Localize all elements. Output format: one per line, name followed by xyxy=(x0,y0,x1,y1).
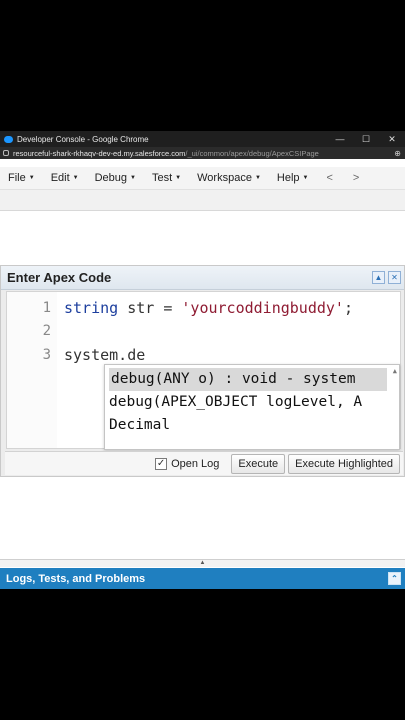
nav-back-button[interactable]: < xyxy=(316,172,342,184)
address-bar[interactable]: resourceful-shark-rkhaqv-dev-ed.my.sales… xyxy=(0,147,405,159)
minimize-button[interactable]: — xyxy=(327,134,353,144)
autocomplete-item[interactable]: debug(ANY o) : void - system xyxy=(109,368,387,391)
browser-window: Developer Console - Google Chrome — ☐ ✕ … xyxy=(0,131,405,589)
caret-down-icon: ▼ xyxy=(72,175,79,181)
menu-file-label: File xyxy=(8,172,26,184)
code-text: system.de xyxy=(64,346,146,364)
menu-edit-label: Edit xyxy=(50,172,70,184)
menu-test-label: Test xyxy=(151,172,173,184)
dialog-footer: ✓ Open Log Execute Execute Highlighted xyxy=(5,451,403,475)
menu-help-label: Help xyxy=(276,172,300,184)
menu-workspace-label: Workspace xyxy=(197,172,252,184)
enter-apex-code-dialog: Enter Apex Code ▲ ✕ 1 2 3 string str = '… xyxy=(0,265,405,477)
menu-edit[interactable]: Edit ▼ xyxy=(43,172,87,184)
menu-debug[interactable]: Debug ▼ xyxy=(87,172,144,184)
caret-down-icon: ▼ xyxy=(254,175,261,181)
zoom-icon[interactable]: ⊕ xyxy=(394,149,401,158)
line-number: 2 xyxy=(42,323,51,339)
autocomplete-item[interactable]: debug(APEX_OBJECT logLevel, A xyxy=(105,391,399,414)
window-title: Developer Console - Google Chrome xyxy=(17,134,149,144)
url-path: /_ui/common/apex/debug/ApexCSIPage xyxy=(185,148,319,158)
expand-icon[interactable]: ⌃ xyxy=(388,572,401,585)
menu-bar: File ▼ Edit ▼ Debug ▼ Test ▼ Workspace ▼ Help… xyxy=(0,167,405,189)
close-window-button[interactable]: ✕ xyxy=(379,134,405,145)
code-editor[interactable]: 1 2 3 string str = 'yourcoddingbuddy'; s… xyxy=(6,291,401,450)
title-bar: Developer Console - Google Chrome — ☐ ✕ xyxy=(0,131,405,147)
execute-highlighted-button[interactable]: Execute Highlighted xyxy=(288,453,400,474)
code-line-1: string str = 'yourcoddingbuddy'; xyxy=(64,299,353,317)
caret-down-icon: ▼ xyxy=(302,175,309,181)
open-log-checkbox[interactable]: ✓ Open Log xyxy=(155,457,220,470)
caret-down-icon: ▼ xyxy=(130,175,136,181)
dialog-title: Enter Apex Code xyxy=(7,270,112,285)
code-keyword: string xyxy=(64,299,119,317)
menu-help[interactable]: Help ▼ xyxy=(269,172,317,184)
panel-title: Logs, Tests, and Problems xyxy=(6,572,146,585)
caret-down-icon: ▼ xyxy=(28,175,35,181)
code-semicolon: ; xyxy=(343,299,353,317)
autocomplete-popup: ▲ debug(ANY o) : void - system debug(APE… xyxy=(104,364,400,450)
menu-test[interactable]: Test ▼ xyxy=(144,172,189,184)
collapse-icon[interactable]: ▲ xyxy=(372,271,385,284)
logs-tests-problems-bar[interactable]: Logs, Tests, and Problems ⌃ xyxy=(0,568,405,589)
open-log-label: Open Log xyxy=(171,457,220,470)
menu-workspace[interactable]: Workspace ▼ xyxy=(189,172,269,184)
toolbar-strip xyxy=(0,189,405,211)
line-number: 3 xyxy=(42,347,51,363)
line-gutter: 1 2 3 xyxy=(7,292,57,448)
menu-debug-label: Debug xyxy=(94,172,128,184)
execute-button[interactable]: Execute xyxy=(231,453,286,474)
maximize-button[interactable]: ☐ xyxy=(353,134,379,145)
code-string: 'yourcoddingbuddy' xyxy=(181,299,344,317)
salesforce-cloud-icon xyxy=(4,135,13,143)
autocomplete-item[interactable]: Decimal xyxy=(105,414,399,437)
panel-splitter[interactable]: ▲ xyxy=(0,559,405,567)
scroll-up-icon[interactable]: ▲ xyxy=(393,367,397,375)
site-info-icon[interactable] xyxy=(3,150,9,156)
checkbox-checked-icon[interactable]: ✓ xyxy=(155,457,168,470)
dialog-header: Enter Apex Code ▲ ✕ xyxy=(1,266,404,290)
line-number: 1 xyxy=(42,300,51,316)
menu-file[interactable]: File ▼ xyxy=(0,172,43,184)
caret-down-icon: ▼ xyxy=(175,175,182,181)
code-text: str = xyxy=(118,299,182,317)
url-host: resourceful-shark-rkhaqv-dev-ed.my.sales… xyxy=(13,148,186,158)
nav-forward-button[interactable]: > xyxy=(343,172,369,184)
code-line-3: system.de xyxy=(64,346,145,364)
close-icon[interactable]: ✕ xyxy=(388,271,401,284)
